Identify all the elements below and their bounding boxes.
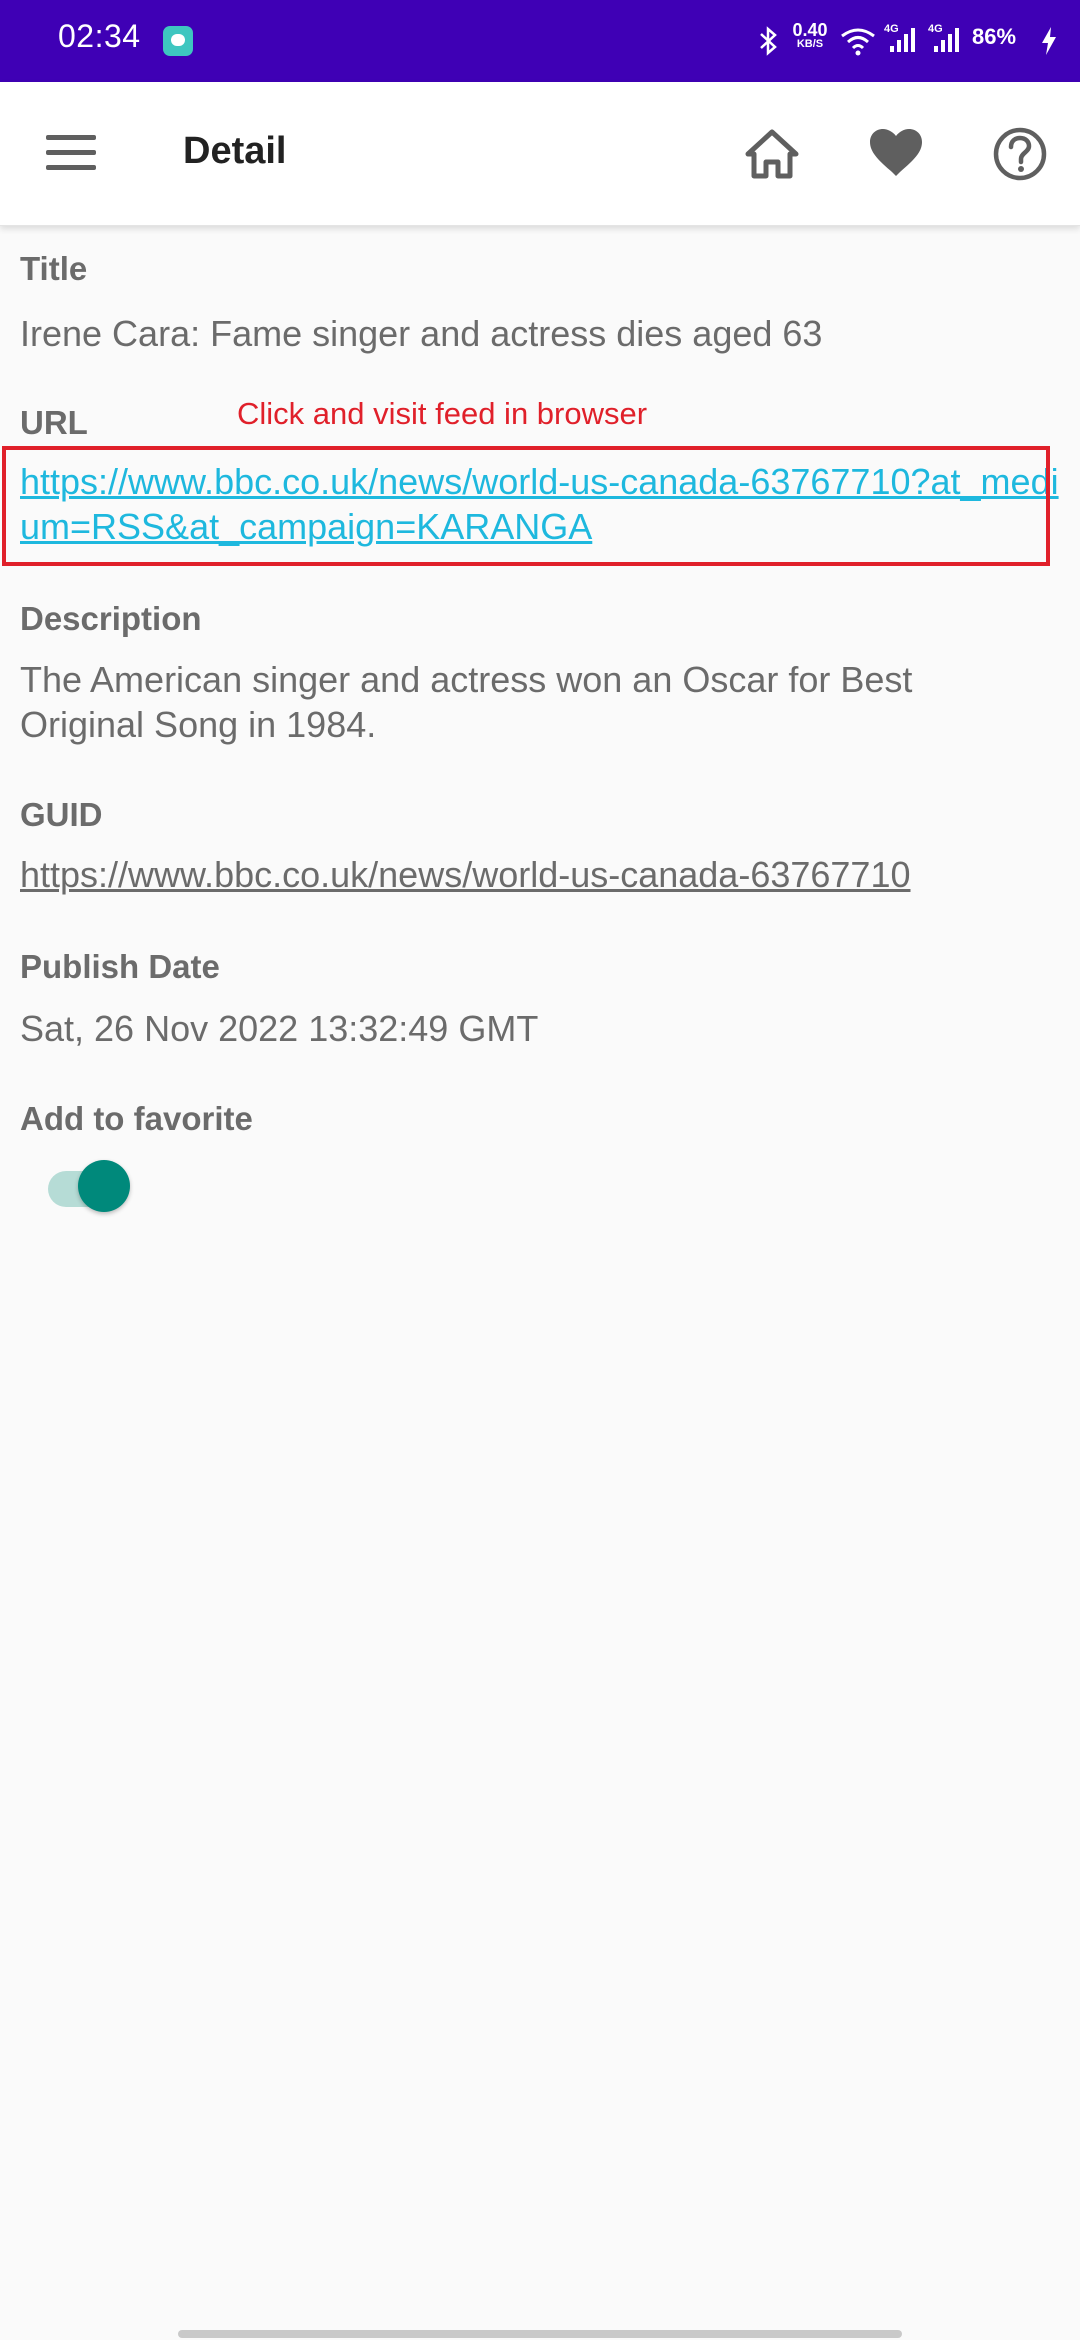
title-value: Irene Cara: Fame singer and actress dies… [20, 313, 823, 354]
status-icons: 0.40 KB/S 4G 4G 86% [758, 18, 1058, 64]
help-icon[interactable] [990, 124, 1050, 184]
guid-label: GUID [20, 796, 103, 833]
publish-date-value: Sat, 26 Nov 2022 13:32:49 GMT [20, 1008, 539, 1049]
description-value: The American singer and actress won an O… [20, 659, 913, 745]
status-bar: 02:34 0.40 KB/S 4G 4G 86% [0, 0, 1080, 82]
guid-link[interactable]: https://www.bbc.co.uk/news/world-us-cana… [20, 852, 1040, 897]
page-title: Detail [183, 130, 287, 172]
svg-text:4G: 4G [928, 23, 943, 35]
charging-icon [1042, 27, 1056, 55]
heart-icon[interactable] [866, 124, 926, 184]
svg-text:4G: 4G [884, 23, 899, 35]
signal-4g-icon: 4G [884, 23, 915, 52]
network-speed: 0.40 KB/S [788, 20, 832, 50]
menu-icon[interactable] [46, 135, 96, 171]
gesture-nav-handle[interactable] [178, 2330, 902, 2338]
app-bar: Detail [0, 82, 1080, 226]
battery-level: 86% [972, 24, 1017, 49]
annotation-text: Click and visit feed in browser [237, 396, 648, 431]
description-label: Description [20, 600, 202, 637]
bluetooth-icon [760, 26, 777, 56]
signal-4g-icon-2: 4G [928, 23, 959, 52]
network-speed-value: 0.40 [792, 20, 828, 40]
url-label: URL [20, 404, 88, 441]
favorite-label: Add to favorite [20, 1100, 253, 1137]
wifi-icon [841, 28, 875, 56]
publish-date-label: Publish Date [20, 948, 220, 985]
favorite-toggle-thumb [78, 1160, 130, 1212]
title-label: Title [20, 250, 88, 287]
favorite-toggle[interactable] [48, 1160, 132, 1220]
annotation-box [2, 446, 1050, 566]
messenger-notification-icon [163, 26, 193, 56]
home-icon[interactable] [742, 124, 802, 184]
status-time: 02:34 [58, 18, 141, 54]
